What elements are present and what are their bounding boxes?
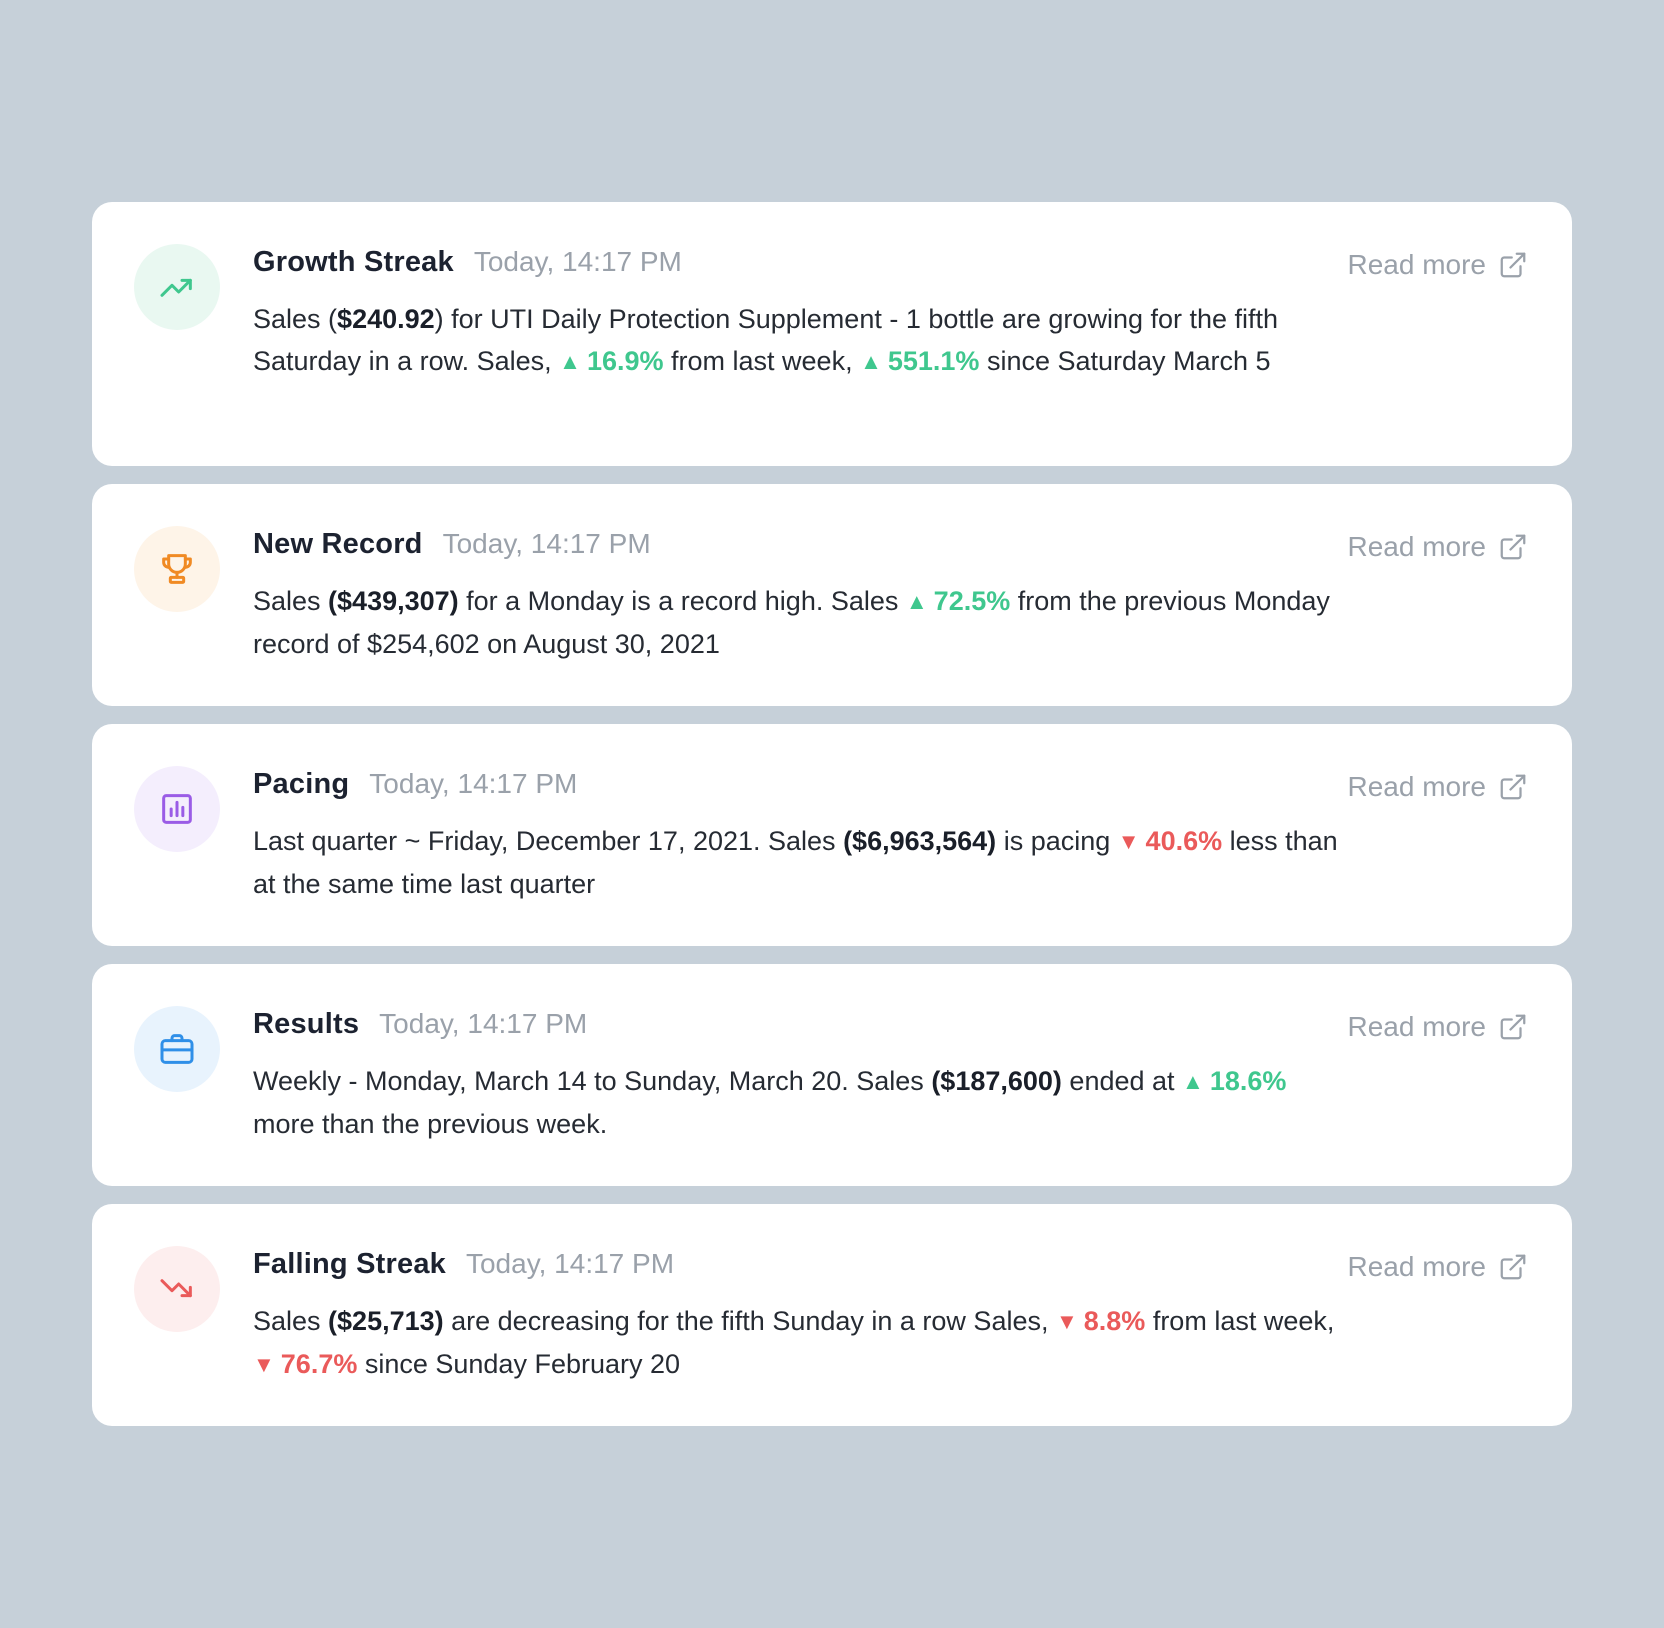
growth-badge	[134, 244, 220, 330]
read-more-link[interactable]: Read more	[1347, 246, 1528, 284]
read-more-label: Read more	[1347, 249, 1486, 280]
change-percent: 40.6%	[1145, 826, 1223, 856]
triangle-down-icon: ▼	[1055, 1309, 1078, 1334]
insight-timestamp: Today, 14:17 PM	[442, 528, 651, 559]
insight-card-falling-streak: Falling Streak Today, 14:17 PM Sales ($2…	[92, 1204, 1572, 1426]
read-more-label: Read more	[1347, 1251, 1486, 1282]
insight-text: Weekly - Monday, March 14 to Sunday, Mar…	[253, 1066, 932, 1096]
sales-amount: ($187,600)	[931, 1066, 1062, 1096]
sales-amount: ($6,963,564)	[843, 826, 997, 856]
external-link-icon	[1500, 1014, 1526, 1040]
change-percent: 72.5%	[933, 586, 1011, 616]
trophy-icon	[162, 554, 192, 584]
record-badge	[134, 526, 220, 612]
insight-text: since Sunday February 20	[357, 1349, 681, 1379]
insight-content: Results Today, 14:17 PM Weekly - Monday,…	[253, 1008, 1352, 1145]
insight-timestamp: Today, 14:17 PM	[379, 1008, 588, 1039]
insight-card-results: Results Today, 14:17 PM Weekly - Monday,…	[92, 964, 1572, 1186]
insight-text: Sales	[253, 1306, 329, 1336]
change-percent: 551.1%	[887, 346, 980, 376]
change-percent: 8.8%	[1083, 1306, 1146, 1336]
insight-text: are decreasing for the fifth Sunday in a…	[443, 1306, 1056, 1336]
insight-title: Results	[253, 1008, 360, 1040]
triangle-up-icon: ▲	[1182, 1069, 1204, 1094]
change-up-value: ▲ 551.1%	[860, 346, 979, 376]
insight-title: Pacing	[253, 768, 350, 800]
insight-timestamp: Today, 14:17 PM	[473, 246, 682, 277]
insight-content: Growth Streak Today, 14:17 PM Sales ($24…	[253, 246, 1352, 383]
insight-text: Sales (	[253, 304, 338, 334]
insight-text: from last week,	[1145, 1306, 1335, 1336]
insight-body: Sales ($439,307) for a Monday is a recor…	[253, 580, 1352, 665]
change-percent: 18.6%	[1209, 1066, 1287, 1096]
falling-badge	[134, 1246, 220, 1332]
read-more-label: Read more	[1347, 531, 1486, 562]
insight-timestamp: Today, 14:17 PM	[369, 768, 578, 799]
sales-amount: ($439,307)	[328, 586, 459, 616]
read-more-label: Read more	[1347, 1011, 1486, 1042]
triangle-up-icon: ▲	[860, 349, 882, 374]
triangle-down-icon: ▼	[253, 1352, 275, 1377]
insight-card-pacing: Pacing Today, 14:17 PM Last quarter ~ Fr…	[92, 724, 1572, 946]
insight-content: Pacing Today, 14:17 PM Last quarter ~ Fr…	[253, 768, 1352, 905]
pacing-badge	[134, 766, 220, 852]
bar-chart-icon	[162, 794, 192, 824]
results-badge	[134, 1006, 220, 1092]
insight-body: Last quarter ~ Friday, December 17, 2021…	[253, 820, 1352, 905]
insight-text: for a Monday is a record high. Sales	[458, 586, 906, 616]
trending-up-icon	[160, 278, 192, 297]
insight-text: is pacing	[996, 826, 1118, 856]
insights-list: Growth Streak Today, 14:17 PM Sales ($24…	[92, 202, 1572, 1426]
change-down-value: ▼ 76.7%	[253, 1349, 357, 1379]
read-more-label: Read more	[1347, 771, 1486, 802]
insight-text: from last week,	[663, 346, 861, 376]
external-link-icon	[1500, 252, 1526, 278]
read-more-link[interactable]: Read more	[1347, 528, 1528, 566]
insight-title: Growth Streak	[253, 246, 454, 278]
read-more-link[interactable]: Read more	[1347, 1248, 1528, 1286]
insight-body: Weekly - Monday, March 14 to Sunday, Mar…	[253, 1060, 1352, 1145]
insight-body: Sales ($240.92) for UTI Daily Protection…	[253, 298, 1352, 383]
read-more-link[interactable]: Read more	[1347, 1008, 1528, 1046]
change-down-value: ▼ 40.6%	[1118, 826, 1222, 856]
triangle-up-icon: ▲	[905, 589, 928, 614]
insight-text: Last quarter ~ Friday, December 17, 2021…	[253, 826, 844, 856]
insight-content: Falling Streak Today, 14:17 PM Sales ($2…	[253, 1248, 1352, 1386]
read-more-link[interactable]: Read more	[1347, 768, 1528, 806]
change-up-value: ▲ 18.6%	[1182, 1066, 1286, 1096]
external-link-icon	[1500, 774, 1526, 800]
change-up-value: ▲ 16.9%	[559, 346, 663, 376]
triangle-up-icon: ▲	[559, 349, 581, 374]
insight-title: New Record	[253, 528, 423, 560]
triangle-down-icon: ▼	[1117, 829, 1140, 854]
external-link-icon	[1500, 534, 1526, 560]
insight-title: Falling Streak	[253, 1248, 446, 1280]
insight-text: more than the previous week.	[253, 1109, 608, 1139]
insight-body: Sales ($25,713) are decreasing for the f…	[253, 1300, 1352, 1386]
change-down-value: ▼ 8.8%	[1056, 1306, 1145, 1336]
insight-card-new-record: New Record Today, 14:17 PM Sales ($439,3…	[92, 484, 1572, 706]
insight-text: since Saturday March 5	[979, 346, 1271, 376]
change-percent: 16.9%	[586, 346, 664, 376]
insight-text: Sales	[253, 586, 329, 616]
change-percent: 76.7%	[280, 1349, 358, 1379]
insight-text: ended at	[1061, 1066, 1183, 1096]
trending-down-icon	[160, 1279, 192, 1298]
change-up-value: ▲ 72.5%	[906, 586, 1010, 616]
sales-amount: ($25,713)	[328, 1306, 444, 1336]
insight-card-growth-streak: Growth Streak Today, 14:17 PM Sales ($24…	[92, 202, 1572, 466]
external-link-icon	[1500, 1254, 1526, 1280]
insight-content: New Record Today, 14:17 PM Sales ($439,3…	[253, 528, 1352, 665]
insight-timestamp: Today, 14:17 PM	[465, 1248, 675, 1279]
briefcase-icon	[160, 1034, 194, 1064]
sales-amount: $240.92	[337, 304, 435, 334]
